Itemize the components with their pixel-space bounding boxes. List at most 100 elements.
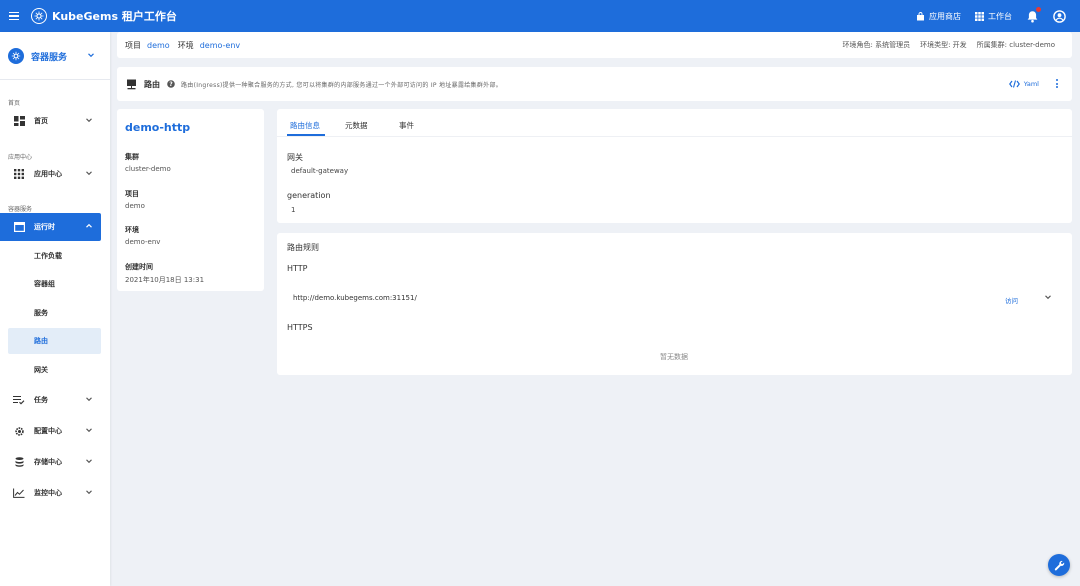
gear-icon bbox=[12, 424, 26, 438]
cluster-label: 集群 bbox=[125, 153, 139, 161]
sidebar-divider bbox=[0, 79, 110, 80]
breadcrumb-env-link[interactable]: demo-env bbox=[200, 41, 240, 50]
sidebar-item-runtime[interactable]: 运行时 bbox=[0, 213, 101, 241]
workspace-label: 工作台 bbox=[988, 11, 1012, 21]
task-list-icon bbox=[12, 393, 26, 407]
breadcrumb-project-label: 项目 bbox=[125, 40, 141, 50]
sidebar-item-label: 首页 bbox=[34, 117, 48, 125]
http-rule-url: http://demo.kubegems.com:31151/ bbox=[293, 294, 417, 302]
sidebar-subitem-service[interactable]: 服务 bbox=[8, 300, 101, 326]
kubegems-logo-icon bbox=[31, 8, 47, 24]
sidebar-item-task[interactable]: 任务 bbox=[0, 386, 101, 414]
wrench-icon bbox=[1054, 560, 1064, 570]
notification-button[interactable] bbox=[1026, 6, 1041, 23]
sidebar-item-home[interactable]: 首页 bbox=[0, 107, 101, 135]
grid-icon bbox=[975, 11, 984, 21]
svg-text:?: ? bbox=[169, 81, 173, 88]
chevron-down-icon bbox=[88, 53, 94, 58]
sidebar-subitem-workload[interactable]: 工作负载 bbox=[8, 243, 101, 269]
app-store-button[interactable]: 应用商店 bbox=[916, 11, 961, 22]
hamburger-menu-icon[interactable] bbox=[9, 9, 23, 23]
yaml-label: Yaml bbox=[1023, 80, 1039, 88]
service-select-label: 容器服务 bbox=[31, 52, 68, 63]
chevron-down-icon[interactable] bbox=[1044, 293, 1052, 301]
sidebar-subitem-label: 路由 bbox=[34, 337, 48, 345]
breadcrumb: 项目 demo 环境 demo-env 环境角色: 系统管理员 环境类型: 开发… bbox=[117, 32, 1072, 58]
route-title: 路由 bbox=[144, 79, 160, 89]
tab-route-info[interactable]: 路由信息 bbox=[290, 120, 320, 131]
sidebar-item-label: 存储中心 bbox=[34, 458, 62, 466]
cluster-text: 所属集群: cluster-demo bbox=[976, 41, 1055, 49]
sidebar-subitem-label: 网关 bbox=[34, 366, 48, 374]
generation-value: 1 bbox=[291, 206, 296, 214]
sidebar-item-app-center[interactable]: 应用中心 bbox=[0, 160, 101, 188]
cluster-value: cluster-demo bbox=[125, 165, 171, 173]
sidebar-subitem-gateway[interactable]: 网关 bbox=[8, 357, 101, 383]
top-bar: KubeGems 租户工作台 应用商店 工作台 bbox=[0, 0, 1080, 32]
dashboard-icon bbox=[12, 114, 26, 128]
sidebar-item-label: 配置中心 bbox=[34, 427, 62, 435]
code-icon bbox=[1008, 80, 1020, 88]
https-label: HTTPS bbox=[287, 323, 313, 332]
project-label: 项目 bbox=[125, 190, 139, 198]
route-rules-card: 路由规则 HTTP http://demo.kubegems.com:31151… bbox=[277, 233, 1072, 375]
sidebar-item-storage[interactable]: 存储中心 bbox=[0, 448, 101, 476]
gateway-label: 网关 bbox=[287, 153, 303, 162]
window-icon bbox=[12, 220, 26, 234]
sidebar-item-monitor[interactable]: 监控中心 bbox=[0, 479, 101, 507]
tab-divider bbox=[277, 136, 1072, 137]
sidebar-item-label: 运行时 bbox=[34, 223, 55, 231]
sidebar-subitem-label: 容器组 bbox=[34, 280, 55, 288]
sidebar-subitem-label: 工作负载 bbox=[34, 252, 62, 260]
database-icon bbox=[12, 455, 26, 469]
sidebar: 容器服务 首页 首页 应用中心 应用中心 容器服务 运行时 工作负载 容器组 服… bbox=[0, 32, 110, 586]
http-label: HTTP bbox=[287, 264, 308, 273]
sidebar-item-label: 任务 bbox=[34, 396, 48, 404]
breadcrumb-project-link[interactable]: demo bbox=[147, 41, 170, 50]
more-vert-icon[interactable] bbox=[1056, 79, 1059, 88]
sidebar-subitem-route[interactable]: 路由 bbox=[8, 328, 101, 354]
yaml-button[interactable]: Yaml bbox=[1008, 80, 1039, 88]
chevron-down-icon bbox=[86, 490, 92, 495]
chevron-down-icon bbox=[86, 171, 92, 176]
visit-link[interactable]: 访问 bbox=[1005, 295, 1018, 305]
sidebar-item-label: 应用中心 bbox=[34, 170, 62, 178]
monitor-icon bbox=[127, 79, 136, 89]
settings-fab-button[interactable] bbox=[1048, 554, 1070, 576]
account-circle-icon bbox=[1053, 9, 1066, 23]
env-type-text: 环境类型: 开发 bbox=[920, 41, 967, 49]
chevron-up-icon bbox=[86, 223, 92, 228]
kubernetes-icon bbox=[8, 48, 24, 64]
account-button[interactable] bbox=[1053, 9, 1066, 23]
breadcrumb-env-label: 环境 bbox=[177, 40, 194, 50]
store-icon bbox=[917, 11, 924, 20]
logo[interactable]: KubeGems 租户工作台 bbox=[31, 8, 177, 24]
service-select[interactable]: 容器服务 bbox=[8, 44, 103, 68]
route-details-card: 路由信息 元数据 事件 网关 default-gateway generatio… bbox=[277, 109, 1072, 223]
route-description: 路由(Ingress)提供一种聚合服务的方式, 您可以将集群的内部服务通过一个外… bbox=[181, 81, 503, 89]
sidebar-item-label: 监控中心 bbox=[34, 489, 62, 497]
help-icon[interactable]: ? bbox=[167, 80, 175, 88]
sidebar-subitem-label: 服务 bbox=[34, 309, 48, 317]
env-role-text: 环境角色: 系统管理员 bbox=[842, 41, 911, 49]
rules-title: 路由规则 bbox=[287, 243, 319, 252]
section-title-home: 首页 bbox=[8, 100, 21, 107]
app-title: KubeGems 租户工作台 bbox=[52, 10, 177, 23]
sidebar-subitem-pods[interactable]: 容器组 bbox=[8, 271, 101, 297]
created-label: 创建时间 bbox=[125, 263, 153, 271]
generation-label: generation bbox=[287, 191, 331, 200]
section-title-container: 容器服务 bbox=[8, 206, 33, 213]
line-chart-icon bbox=[12, 486, 26, 500]
tab-metadata[interactable]: 元数据 bbox=[345, 120, 368, 131]
sidebar-item-config[interactable]: 配置中心 bbox=[0, 417, 101, 445]
app-store-label: 应用商店 bbox=[929, 11, 961, 21]
workspace-button[interactable]: 工作台 bbox=[975, 11, 1012, 22]
route-header: 路由 ? 路由(Ingress)提供一种聚合服务的方式, 您可以将集群的内部服务… bbox=[117, 67, 1072, 101]
tab-events[interactable]: 事件 bbox=[399, 120, 414, 131]
route-name: demo-http bbox=[125, 121, 191, 134]
notification-dot bbox=[1036, 6, 1041, 12]
chevron-down-icon bbox=[86, 459, 92, 464]
env-value: demo-env bbox=[125, 238, 161, 246]
apps-icon bbox=[12, 167, 26, 181]
chevron-down-icon bbox=[86, 118, 92, 123]
